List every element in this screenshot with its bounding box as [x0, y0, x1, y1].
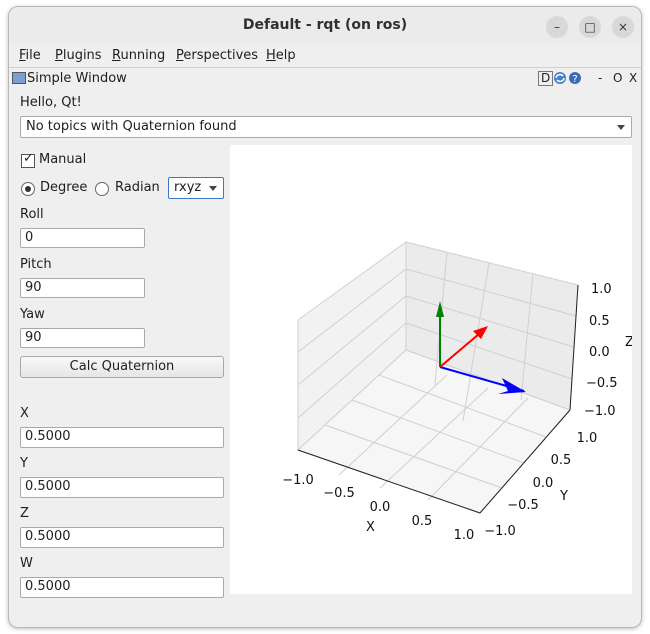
z-tick-label: 0.5: [589, 314, 610, 329]
y-axis-label: Y: [559, 489, 568, 504]
z-tick-label: −0.5: [586, 376, 618, 391]
x-axis-label: X: [366, 520, 375, 535]
chevron-down-icon: [209, 186, 217, 191]
radio-selected-dot: [25, 186, 31, 192]
pitch-label: Pitch: [20, 257, 52, 272]
menu-running[interactable]: Running: [112, 48, 165, 63]
dock-minimize-button[interactable]: -: [598, 71, 602, 85]
dock-help-d-button[interactable]: D: [538, 71, 554, 86]
x-label: X: [20, 406, 29, 421]
plugin-content: Hello, Qt! No topics with Quaternion fou…: [9, 90, 641, 627]
radian-radio[interactable]: [95, 182, 109, 196]
radian-label: Radian: [115, 180, 160, 195]
reload-icon[interactable]: [553, 71, 567, 88]
close-button[interactable]: ×: [612, 16, 634, 38]
manual-checkbox[interactable]: ✓: [21, 151, 35, 168]
topic-combo-value: No topics with Quaternion found: [26, 119, 237, 134]
rqt-window: Default - rqt (on ros) – □ × File Plugin…: [8, 6, 642, 628]
menu-plugins[interactable]: Plugins: [55, 48, 102, 63]
axes-order-combo[interactable]: rxyz: [168, 177, 224, 199]
z-tick-label: 1.0: [591, 282, 612, 297]
x-tick-label: 0.0: [370, 500, 391, 515]
roll-label: Roll: [20, 207, 44, 222]
axes-order-value: rxyz: [174, 180, 202, 195]
y-tick-label: −1.0: [484, 524, 516, 539]
y-tick-label: 1.0: [577, 431, 598, 446]
chevron-down-icon: [617, 125, 625, 130]
z-tick-label: 0.0: [589, 345, 610, 360]
menu-perspectives[interactable]: Perspectives: [176, 48, 258, 63]
maximize-button[interactable]: □: [579, 16, 601, 38]
y-tick-label: −0.5: [507, 498, 539, 513]
plot-canvas: −1.0 −0.5 0.0 0.5 1.0 1.0 0.5 0.0 −0.5 −1.0 1.0 0…: [282, 241, 634, 543]
w-output[interactable]: 0.5000: [20, 577, 224, 598]
y-tick-label: 0.0: [533, 476, 554, 491]
z-axis-label: Z: [625, 335, 632, 350]
topic-combo[interactable]: No topics with Quaternion found: [20, 116, 632, 138]
checkmark-icon: ✓: [23, 151, 34, 166]
dock-title-bar[interactable]: Simple Window D ? - O X: [9, 68, 641, 90]
help-icon[interactable]: ?: [568, 71, 582, 88]
x-tick-label: 1.0: [454, 528, 475, 543]
x-tick-label: −0.5: [323, 486, 355, 501]
dock-title: Simple Window: [27, 71, 127, 86]
menu-file[interactable]: File: [19, 48, 41, 63]
quaternion-3d-plot[interactable]: −1.0 −0.5 0.0 0.5 1.0 1.0 0.5 0.0 −0.5 −1.0 1.0 0…: [230, 145, 634, 594]
menu-bar: File Plugins Running Perspectives Help: [9, 45, 641, 68]
degree-radio[interactable]: [21, 182, 35, 196]
yaw-label: Yaw: [20, 307, 45, 322]
z-output[interactable]: 0.5000: [20, 527, 224, 548]
x-tick-label: −1.0: [282, 473, 314, 488]
x-output[interactable]: 0.5000: [20, 427, 224, 448]
pitch-input[interactable]: 90: [20, 278, 145, 298]
title-bar[interactable]: Default - rqt (on ros) – □ ×: [9, 7, 641, 46]
greeting-label: Hello, Qt!: [20, 95, 82, 110]
x-tick-label: 0.5: [412, 514, 433, 529]
manual-label: Manual: [39, 152, 87, 167]
roll-input[interactable]: 0: [20, 228, 145, 248]
yaw-input[interactable]: 90: [20, 328, 145, 348]
dock-float-button[interactable]: O: [613, 71, 622, 85]
y-output[interactable]: 0.5000: [20, 477, 224, 498]
w-label: W: [20, 556, 33, 571]
calc-quaternion-button[interactable]: Calc Quaternion: [20, 356, 224, 378]
menu-help[interactable]: Help: [266, 48, 296, 63]
z-tick-label: −1.0: [584, 404, 616, 419]
y-tick-label: 0.5: [551, 453, 572, 468]
z-tick-labels: 1.0 0.5 0.0 −0.5 −1.0: [584, 282, 618, 419]
z-label: Z: [20, 506, 29, 521]
dock-close-button[interactable]: X: [629, 71, 637, 85]
window-icon: [12, 72, 26, 84]
minimize-button[interactable]: –: [546, 16, 568, 38]
degree-label: Degree: [40, 180, 88, 195]
svg-text:?: ?: [572, 74, 577, 85]
y-label: Y: [20, 456, 28, 471]
